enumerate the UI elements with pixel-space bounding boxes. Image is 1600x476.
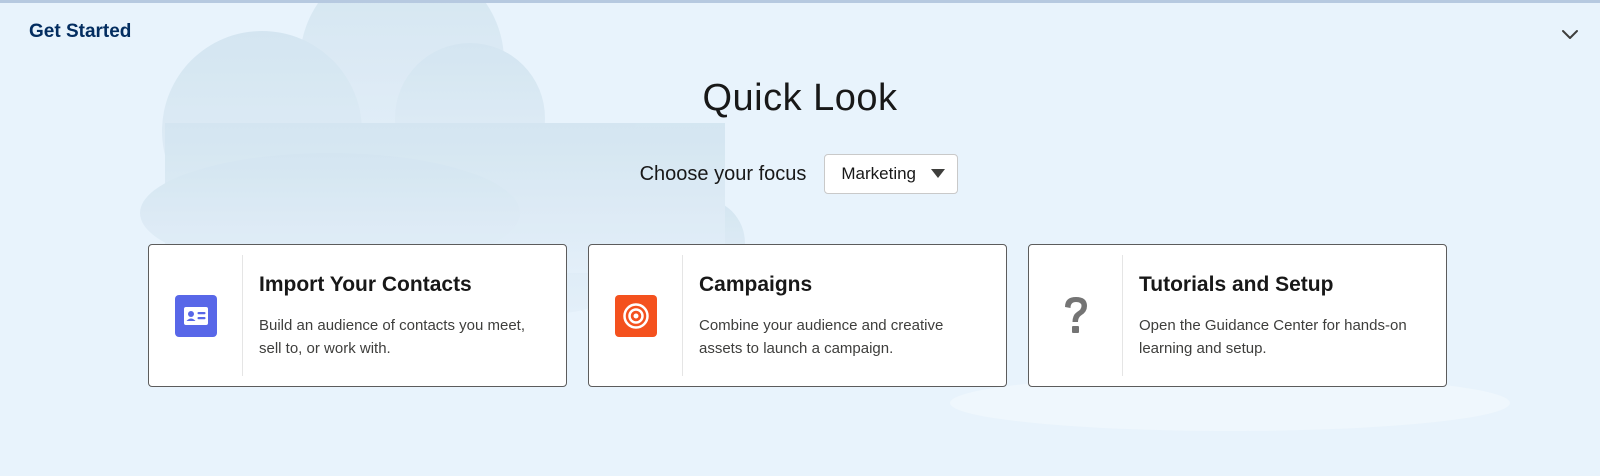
- card-body: Campaigns Combine your audience and crea…: [683, 245, 1006, 386]
- card-title: Tutorials and Setup: [1139, 273, 1334, 296]
- focus-select[interactable]: Marketing: [824, 154, 959, 194]
- card-description: Open the Guidance Center for hands-on le…: [1139, 317, 1407, 357]
- caret-down-icon: [931, 169, 946, 178]
- chevron-down-icon: [1562, 30, 1578, 39]
- collapse-button[interactable]: [1554, 19, 1586, 51]
- focus-label: Choose your focus: [639, 162, 807, 185]
- page-title: Quick Look: [702, 77, 898, 119]
- card-description: Combine your audience and creative asset…: [699, 317, 944, 357]
- card-campaigns[interactable]: Campaigns Combine your audience and crea…: [588, 244, 1007, 387]
- cloud-background-illustration: [140, 3, 1510, 431]
- quick-look-cards: Import Your Contacts Build an audience o…: [148, 244, 1447, 387]
- contact-card-icon: [174, 294, 217, 337]
- focus-row: Choose your focus Marketing: [0, 154, 1600, 194]
- card-import-contacts[interactable]: Import Your Contacts Build an audience o…: [148, 244, 567, 387]
- card-body: Import Your Contacts Build an audience o…: [243, 245, 566, 386]
- card-title: Campaigns: [699, 273, 813, 296]
- focus-select-value: Marketing: [841, 164, 917, 183]
- question-icon: [1064, 296, 1087, 333]
- card-icon-cell: [1029, 255, 1123, 376]
- card-description: Build an audience of contacts you meet, …: [259, 317, 526, 357]
- target-icon: [614, 294, 657, 337]
- get-started-panel: Get Started Quick Look Choose your focus…: [0, 0, 1600, 476]
- card-title: Import Your Contacts: [259, 273, 472, 296]
- panel-header-title: Get Started: [29, 21, 132, 42]
- card-body: Tutorials and Setup Open the Guidance Ce…: [1123, 245, 1446, 386]
- card-icon-cell: [589, 255, 683, 376]
- card-icon-cell: [149, 255, 243, 376]
- card-tutorials-setup[interactable]: Tutorials and Setup Open the Guidance Ce…: [1028, 244, 1447, 387]
